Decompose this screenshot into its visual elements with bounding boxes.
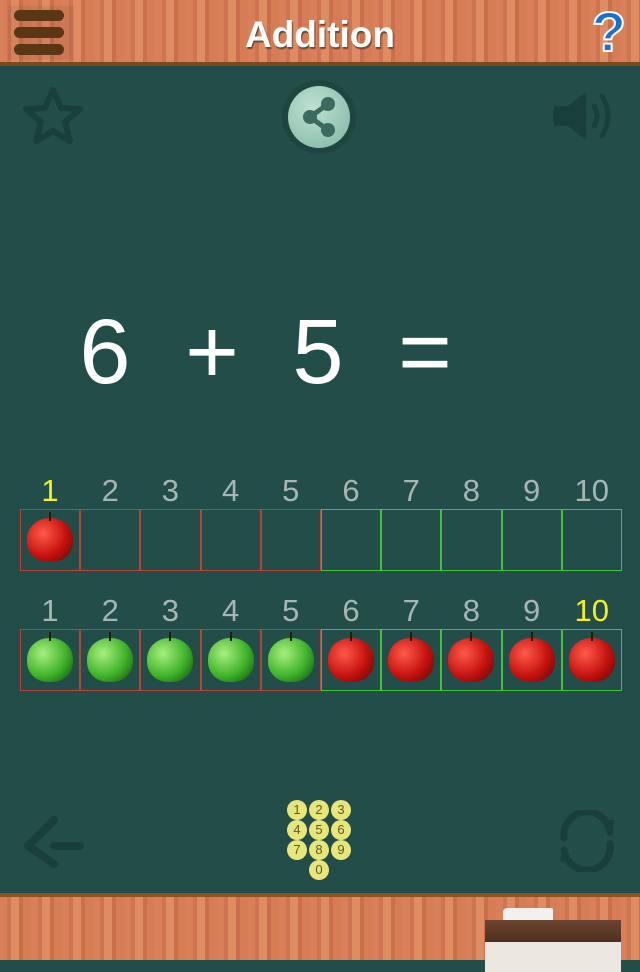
number-label: 6 <box>342 473 360 508</box>
keypad-key: 5 <box>309 820 329 840</box>
top-bar: Addition ? <box>0 0 640 66</box>
red-apple-icon <box>27 512 74 562</box>
frame-cell[interactable] <box>20 629 81 691</box>
number-label: 4 <box>221 593 240 628</box>
keypad-key: 4 <box>287 820 307 840</box>
share-icon <box>288 86 350 148</box>
number-label: 6 <box>342 593 360 628</box>
frame-cell[interactable] <box>561 629 622 691</box>
number-label: 9 <box>522 473 541 508</box>
share-button[interactable] <box>282 80 356 154</box>
frame-cell[interactable] <box>320 509 382 571</box>
red-apple-icon <box>388 632 435 682</box>
green-apple-icon <box>147 632 194 682</box>
number-label: 8 <box>462 593 481 628</box>
green-apple-icon <box>87 632 134 682</box>
number-labels-row-1: 1 2 3 4 5 6 7 8 9 10 <box>20 473 622 513</box>
red-apple-icon <box>508 632 555 682</box>
green-apple-icon <box>207 632 254 682</box>
number-label: 8 <box>462 473 481 508</box>
frame-cell[interactable] <box>200 509 261 571</box>
keypad-key: 8 <box>309 840 329 860</box>
frame-cell[interactable] <box>260 509 321 571</box>
frame-cell[interactable] <box>381 509 442 571</box>
first-addend: 6 <box>79 301 131 403</box>
frame-cell[interactable] <box>80 629 141 691</box>
number-label: 2 <box>101 473 119 508</box>
star-icon[interactable] <box>20 84 86 148</box>
page-title: Addition <box>244 14 395 55</box>
frame-cell[interactable] <box>501 629 562 691</box>
number-label: 3 <box>161 473 180 508</box>
frame-cell[interactable] <box>441 629 502 691</box>
frame-cell[interactable] <box>80 509 141 571</box>
number-label: 9 <box>522 593 541 628</box>
keypad-key: 0 <box>309 860 329 880</box>
frame-cell[interactable] <box>441 509 502 571</box>
ten-frame-row-1 <box>20 509 622 571</box>
chalk-eraser-icon[interactable] <box>485 908 621 972</box>
back-arrow-icon[interactable] <box>20 812 86 872</box>
number-label: 1 <box>41 593 59 628</box>
number-label: 1 <box>41 473 59 508</box>
equals-sign: = <box>398 301 452 403</box>
number-label: 7 <box>402 593 420 628</box>
number-labels-row-2: 1 2 3 4 5 6 7 8 9 10 <box>20 593 622 633</box>
keypad-key: 7 <box>287 840 307 860</box>
refresh-icon[interactable] <box>556 810 618 872</box>
frame-cell[interactable] <box>20 509 81 571</box>
ten-frame-row-2 <box>20 629 622 691</box>
keypad-key: 6 <box>331 820 351 840</box>
number-label: 7 <box>402 473 420 508</box>
frame-cell[interactable] <box>320 629 382 691</box>
green-apple-icon <box>27 632 74 682</box>
number-keypad-icon[interactable]: 123 456 7890 <box>287 800 353 880</box>
speaker-icon[interactable] <box>550 88 620 144</box>
number-label: 10 <box>574 473 610 508</box>
plus-sign: + <box>185 301 239 403</box>
number-label: 2 <box>101 593 119 628</box>
number-label: 10 <box>574 593 610 628</box>
red-apple-icon <box>328 632 375 682</box>
number-label: 5 <box>282 473 300 508</box>
keypad-key: 2 <box>309 800 329 820</box>
number-label: 4 <box>221 473 240 508</box>
keypad-key: 9 <box>331 840 351 860</box>
number-label: 5 <box>282 593 300 628</box>
number-label: 3 <box>161 593 180 628</box>
green-apple-icon <box>267 632 314 682</box>
frame-cell[interactable] <box>561 509 622 571</box>
frame-cell[interactable] <box>140 509 201 571</box>
frame-cell[interactable] <box>140 629 201 691</box>
frame-cell[interactable] <box>381 629 442 691</box>
frame-cell[interactable] <box>260 629 321 691</box>
frame-cell[interactable] <box>501 509 562 571</box>
keypad-key: 1 <box>287 800 307 820</box>
red-apple-icon <box>448 632 495 682</box>
frame-cell[interactable] <box>200 629 261 691</box>
question-icon[interactable]: ? <box>591 1 627 63</box>
keypad-key: 3 <box>331 800 351 820</box>
second-addend: 5 <box>292 301 344 403</box>
equation: 6 + 5 = <box>0 300 640 410</box>
red-apple-icon <box>568 632 615 682</box>
